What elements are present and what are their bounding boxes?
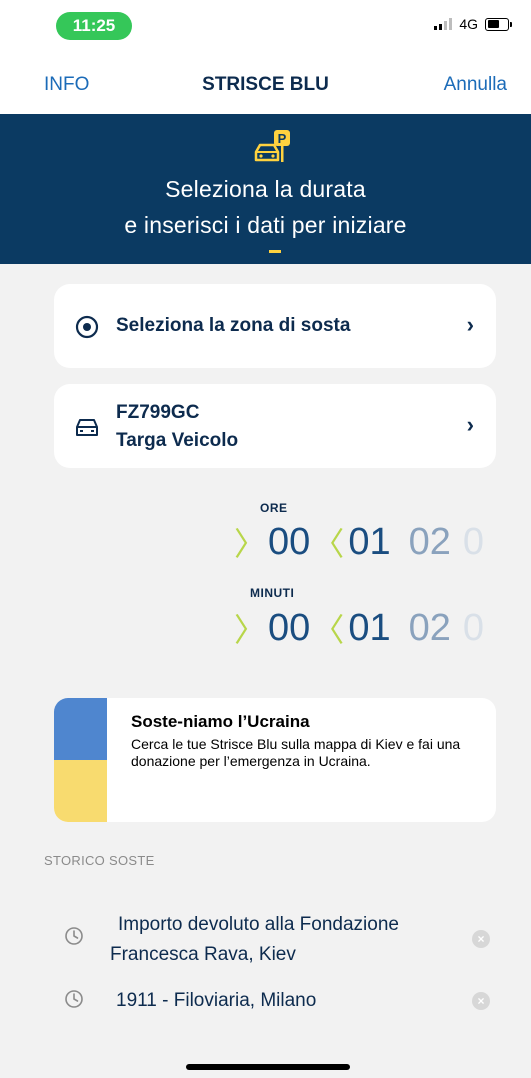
history-item-line1: Importo devoluto alla Fondazione (118, 914, 399, 935)
banner-heading-line2: e inserisci i dati per iniziare (124, 212, 407, 238)
chevron-right-icon: › (466, 312, 474, 337)
navigation-bar: INFO STRISCE BLU Annulla (0, 48, 531, 114)
chevron-right-icon: › (466, 412, 474, 437)
selection-bracket-left: 〉 (234, 612, 267, 648)
hours-option[interactable]: 0 (463, 521, 484, 564)
home-indicator (186, 1064, 350, 1070)
history-item[interactable]: 1911 - Filoviaria, Milano × (0, 986, 531, 1026)
hours-option[interactable]: 01 (348, 521, 390, 564)
header-banner: P Seleziona la durata e inserisci i dati… (0, 114, 531, 264)
clock-icon (65, 990, 83, 1008)
signal-icon (434, 18, 453, 30)
minutes-option-selected[interactable]: 00 (268, 607, 310, 650)
hours-picker-label: ORE (260, 501, 288, 515)
history-item-text: 1911 - Filoviaria, Milano (116, 990, 317, 1011)
hours-option-selected[interactable]: 00 (268, 521, 310, 564)
svg-text:P: P (278, 131, 287, 146)
ukraine-card-description: Cerca le tue Strisce Blu sulla mappa di … (131, 736, 461, 769)
status-time: 11:25 (56, 12, 132, 40)
selection-bracket-right: 〈 (312, 526, 345, 562)
minutes-option[interactable]: 0 (463, 607, 484, 650)
vehicle-plate-label: Targa Veicolo (116, 430, 239, 451)
clock-icon (65, 927, 83, 945)
ukraine-flag-blue (54, 698, 107, 760)
history-item[interactable]: Importo devoluto alla Fondazione Frances… (0, 910, 531, 976)
status-indicators: 4G (434, 16, 512, 32)
ukraine-promo-card[interactable]: Soste-niamo l’Ucraina Cerca le tue Stris… (54, 698, 496, 822)
remove-history-button[interactable]: × (472, 930, 490, 948)
ukraine-flag-yellow (54, 760, 107, 822)
minutes-option[interactable]: 02 (409, 607, 451, 650)
hours-picker[interactable]: 〉 00 〈 01 02 0 (232, 520, 484, 564)
banner-heading-line1: Seleziona la durata (165, 176, 366, 202)
car-parking-icon: P (254, 130, 290, 162)
select-zone-card[interactable]: Seleziona la zona di sosta › (54, 284, 496, 368)
status-bar: 11:25 4G (0, 0, 531, 48)
car-icon (76, 419, 98, 436)
history-section-header: STORICO SOSTE (44, 853, 155, 868)
battery-icon (485, 17, 512, 31)
hours-option[interactable]: 02 (409, 521, 451, 564)
selection-bracket-left: 〉 (234, 526, 267, 562)
minutes-option[interactable]: 01 (348, 607, 390, 650)
location-pin-icon (75, 315, 99, 339)
minutes-picker-label: MINUTI (250, 586, 295, 600)
history-item-line2: Francesca Rava, Kiev (110, 944, 296, 965)
select-zone-label: Seleziona la zona di sosta (116, 315, 351, 336)
vehicle-plate-card[interactable]: FZ799GC Targa Veicolo › (54, 384, 496, 468)
ukraine-card-title: Soste-niamo l’Ucraina (131, 712, 310, 731)
vehicle-plate-number: FZ799GC (116, 402, 200, 423)
selection-bracket-right: 〈 (312, 612, 345, 648)
cancel-button[interactable]: Annulla (444, 74, 507, 96)
history-item-text: Importo devoluto alla Fondazione Frances… (110, 910, 460, 970)
banner-accent-dash (269, 250, 281, 253)
minutes-picker[interactable]: 〉 00 〈 01 02 0 (232, 606, 484, 650)
network-type: 4G (459, 16, 478, 32)
remove-history-button[interactable]: × (472, 992, 490, 1010)
